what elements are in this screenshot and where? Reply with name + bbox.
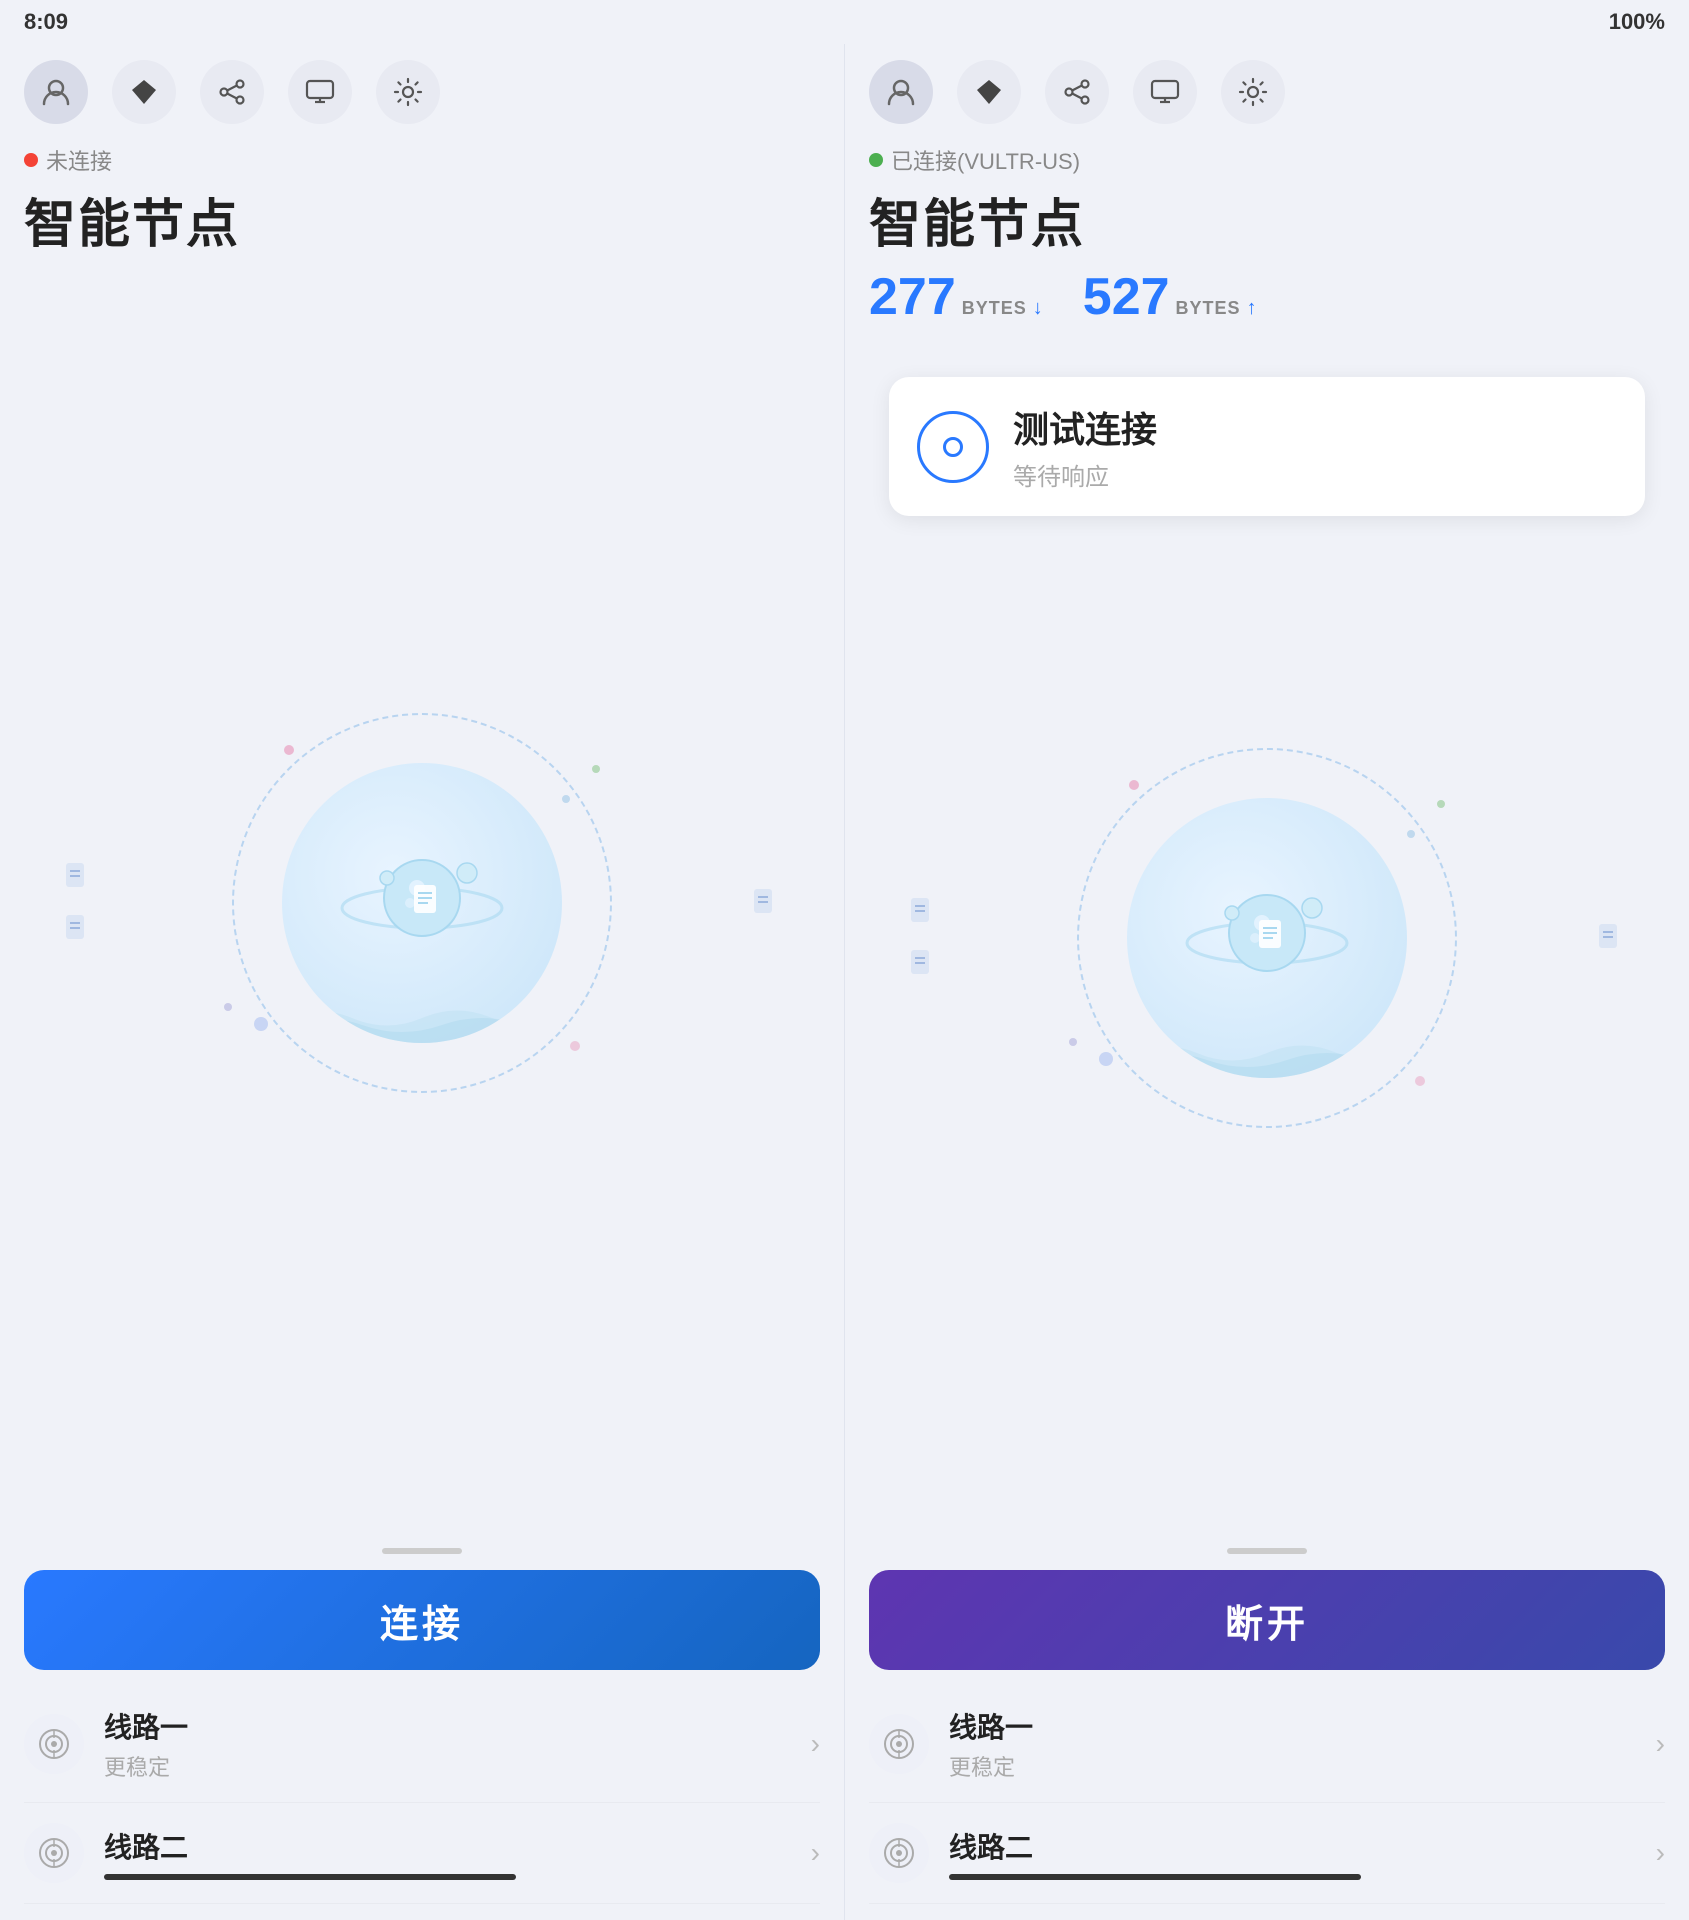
dot-5 (1437, 800, 1445, 808)
route-item-right-0[interactable]: 线路一 更稳定 › (869, 1686, 1665, 1803)
route-arrow-icon-left-0: › (811, 1728, 820, 1760)
connect-button-left[interactable]: 连接 (24, 1570, 820, 1670)
route-bar-right-1 (949, 1874, 1361, 1880)
dot-6 (1069, 1038, 1077, 1046)
time-left: 8:09 (24, 9, 68, 35)
route-list-left: 线路一 更稳定 › 线路二 › (24, 1686, 820, 1904)
bottom-section-left: 连接 线路一 更稳定 › (24, 1548, 820, 1920)
route-info-left-0: 线路一 更稳定 (104, 1706, 791, 1782)
header-icons-right (869, 44, 1665, 136)
conn-status-text-right: 已连接(VULTR-US) (891, 144, 1080, 176)
dot-1 (1129, 780, 1139, 790)
avatar-btn-left[interactable] (24, 60, 88, 124)
side-deco-left (909, 896, 937, 980)
download-number-right: 277 (869, 267, 956, 327)
status-bar-left: 8:09 (24, 9, 68, 35)
dot-6 (224, 1003, 232, 1011)
globe-circle-right (1077, 748, 1457, 1128)
upload-unit-right: BYTES (1176, 298, 1241, 319)
download-speed-right: 277 BYTES ↓ (869, 267, 1043, 327)
test-info-right: 测试连接 等待响应 (1013, 401, 1157, 492)
download-unit-right: BYTES (962, 298, 1027, 319)
status-bar-right: 100% (1609, 9, 1665, 35)
route-arrow-icon-right-0: › (1656, 1728, 1665, 1760)
dot-2 (1407, 830, 1415, 838)
dot-4 (1415, 1076, 1425, 1086)
monitor-btn-right[interactable] (1133, 60, 1197, 124)
drag-handle-left[interactable] (382, 1548, 462, 1554)
settings-btn-left[interactable] (376, 60, 440, 124)
route-list-right: 线路一 更稳定 › 线路二 › (869, 1686, 1665, 1904)
download-arrow-icon: ↓ (1033, 297, 1043, 320)
dot-2 (562, 795, 570, 803)
route-name-right-0: 线路一 (949, 1706, 1636, 1746)
status-dot-right (869, 153, 883, 167)
disconnect-button-right[interactable]: 断开 (869, 1570, 1665, 1670)
side-deco-right (1597, 922, 1625, 954)
route-info-right-1: 线路二 (949, 1826, 1636, 1880)
panel-title-left: 智能节点 (24, 182, 820, 257)
share-btn-right[interactable] (1045, 60, 1109, 124)
route-info-left-1: 线路二 (104, 1826, 791, 1880)
route-item-left-1[interactable]: 线路二 › (24, 1803, 820, 1904)
route-icon-left-1 (24, 1823, 84, 1883)
globe-inner-right (1127, 798, 1407, 1078)
route-name-right-1: 线路二 (949, 1826, 1636, 1866)
test-subtitle-right: 等待响应 (1013, 457, 1157, 492)
upload-number-right: 527 (1083, 267, 1170, 327)
panel-right: 已连接(VULTR-US) 智能节点 277 BYTES ↓ 527 BYTES… (845, 44, 1689, 1920)
conn-status-text-left: 未连接 (46, 144, 112, 176)
route-arrow-icon-right-1: › (1656, 1837, 1665, 1869)
status-dot-left (24, 153, 38, 167)
globe-area-left (24, 257, 820, 1548)
panels-container: 未连接 智能节点 (0, 44, 1689, 1920)
diamond-btn-right[interactable] (957, 60, 1021, 124)
route-icon-left-0 (24, 1714, 84, 1774)
route-bar-left-1 (104, 1874, 516, 1880)
speed-row-right: 277 BYTES ↓ 527 BYTES ↑ (869, 267, 1665, 327)
globe-area-right: 测试连接 等待响应 (869, 327, 1665, 1548)
header-icons-left (24, 44, 820, 136)
dot-3 (254, 1017, 268, 1031)
status-bar: 8:09 100% (0, 0, 1689, 44)
route-icon-right-1 (869, 1823, 929, 1883)
route-info-right-0: 线路一 更稳定 (949, 1706, 1636, 1782)
dot-4 (570, 1041, 580, 1051)
panel-left: 未连接 智能节点 (0, 44, 845, 1920)
route-name-left-1: 线路二 (104, 1826, 791, 1866)
conn-status-left: 未连接 (24, 144, 820, 176)
side-deco-left (64, 861, 92, 945)
monitor-btn-left[interactable] (288, 60, 352, 124)
route-icon-right-0 (869, 1714, 929, 1774)
side-deco-right (752, 887, 780, 919)
upload-speed-right: 527 BYTES ↑ (1083, 267, 1257, 327)
route-desc-left-0: 更稳定 (104, 1750, 791, 1782)
route-desc-right-0: 更稳定 (949, 1750, 1636, 1782)
route-item-right-1[interactable]: 线路二 › (869, 1803, 1665, 1904)
dot-3 (1099, 1052, 1113, 1066)
test-inner-circle (943, 437, 963, 457)
panel-title-right: 智能节点 (869, 182, 1665, 257)
avatar-btn-right[interactable] (869, 60, 933, 124)
test-circle-icon (917, 411, 989, 483)
share-btn-left[interactable] (200, 60, 264, 124)
dot-5 (592, 765, 600, 773)
diamond-btn-left[interactable] (112, 60, 176, 124)
globe-circle-left (232, 713, 612, 1093)
settings-btn-right[interactable] (1221, 60, 1285, 124)
test-card-right: 测试连接 等待响应 (889, 377, 1645, 516)
globe-inner-left (282, 763, 562, 1043)
upload-arrow-icon: ↑ (1247, 297, 1257, 320)
battery: 100% (1609, 9, 1665, 35)
route-name-left-0: 线路一 (104, 1706, 791, 1746)
test-title-right: 测试连接 (1013, 401, 1157, 453)
drag-handle-right[interactable] (1227, 1548, 1307, 1554)
route-item-left-0[interactable]: 线路一 更稳定 › (24, 1686, 820, 1803)
dot-1 (284, 745, 294, 755)
bottom-section-right: 断开 线路一 更稳定 › (869, 1548, 1665, 1920)
conn-status-right: 已连接(VULTR-US) (869, 144, 1665, 176)
route-arrow-icon-left-1: › (811, 1837, 820, 1869)
